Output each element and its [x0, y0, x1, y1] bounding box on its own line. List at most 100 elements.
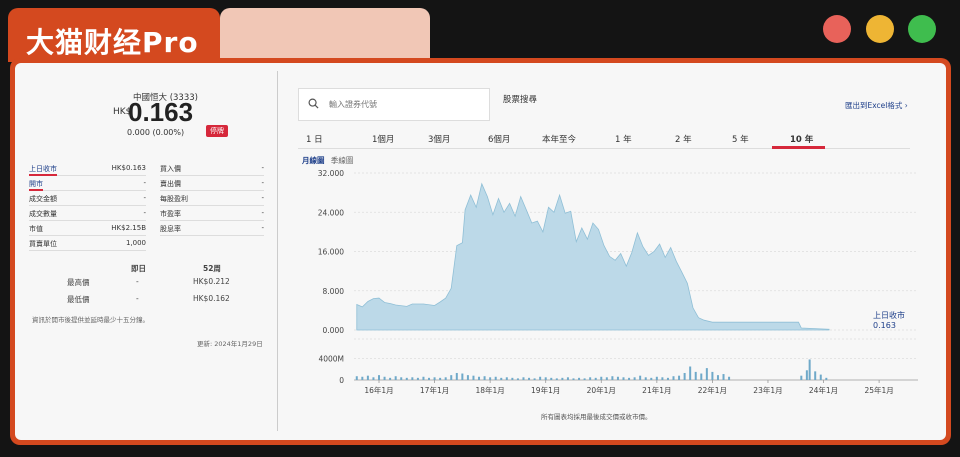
stat-left-label: 成交數量	[29, 210, 57, 218]
active-tab-indicator	[772, 146, 825, 149]
volume-bar	[666, 377, 669, 380]
stat-left-label: 市值	[29, 225, 43, 233]
volume-bar	[378, 375, 381, 380]
delay-note: 資訊於開市後提供並延時最少十五分鐘。	[32, 316, 149, 324]
tab-6[interactable]: 2 年	[675, 133, 692, 145]
volume-bar	[583, 378, 586, 380]
x-tick-label: 22年1月	[698, 385, 727, 395]
quote-page: 中國恒大 (3333) HK$ 0.163 0.000 (0.00%) 停牌 上…	[15, 63, 946, 440]
tab-8[interactable]: 10 年	[790, 133, 813, 145]
stat-left-label: 買賣單位	[29, 240, 57, 248]
chevron-right-icon: ›	[902, 101, 908, 110]
volume-bar	[561, 377, 564, 380]
stat-left-label: 開市	[29, 179, 43, 191]
stat-right-row: 每股盈利 -	[160, 191, 264, 206]
price-chart[interactable]: 32.000 24.000 16.000 8.000 0.000 上日收市0.163 400…	[298, 168, 923, 408]
secondary-tab[interactable]	[220, 8, 430, 58]
tab-0[interactable]: 1 日	[306, 133, 323, 145]
last-close-value: 0.163	[873, 321, 896, 330]
stat-left-row: 開市 -	[29, 176, 146, 191]
volume-bar	[800, 375, 803, 380]
stat-left-value: HK$0.163	[111, 164, 146, 172]
brand-tab: 大猫财经Pro	[8, 8, 220, 62]
volume-bar	[566, 377, 569, 380]
zoom-dot[interactable]	[908, 15, 936, 43]
range-high-today: -	[136, 277, 139, 286]
quote-panel: 中國恒大 (3333) HK$ 0.163 0.000 (0.00%) 停牌 上…	[15, 63, 277, 440]
volume-bar	[539, 376, 542, 380]
volume-bar	[505, 377, 508, 380]
tab-1[interactable]: 1個月	[372, 133, 394, 145]
minimize-dot[interactable]	[866, 15, 894, 43]
volume-bar	[605, 377, 608, 380]
volume-bar	[478, 376, 481, 380]
volume-bar	[644, 377, 647, 380]
halt-badge: 停牌	[206, 125, 228, 137]
export-excel-link[interactable]: 匯出到Excel格式 ›	[845, 100, 908, 111]
volume-bar	[683, 372, 686, 380]
volume-bar	[411, 377, 414, 380]
volume-bar	[825, 377, 828, 380]
volume-bar	[400, 377, 403, 380]
chart-footnote: 所有圖表均採用最後成交價或收市價。	[541, 413, 652, 421]
tab-7[interactable]: 5 年	[732, 133, 749, 145]
stat-right-value: -	[261, 209, 264, 217]
x-tick-label: 16年1月	[364, 385, 393, 395]
volume-bar	[589, 377, 592, 380]
volume-bar	[516, 378, 519, 380]
stock-price: 0.163	[128, 97, 194, 127]
x-tick-label: 19年1月	[531, 385, 560, 395]
range-high-52w: HK$0.212	[193, 277, 230, 286]
price-tick-label: 8.000	[323, 287, 345, 296]
volume-bar	[533, 378, 536, 380]
range-col-today: 即日	[131, 264, 146, 273]
x-tick-label: 20年1月	[587, 385, 616, 395]
stat-right-row: 股息率 -	[160, 221, 264, 236]
search-box[interactable]	[298, 88, 490, 121]
range-low-label: 最低價	[67, 295, 90, 304]
stat-right-label: 市盈率	[160, 210, 181, 218]
volume-bar	[814, 371, 817, 380]
main-panel: 中國恒大 (3333) HK$ 0.163 0.000 (0.00%) 停牌 上…	[10, 58, 951, 445]
stat-right-label: 股息率	[160, 225, 181, 233]
volume-bar	[416, 377, 419, 380]
stat-left-value: -	[143, 209, 146, 217]
stat-left-row: 成交數量 -	[29, 206, 146, 221]
x-tick-label: 18年1月	[475, 385, 504, 395]
stat-left-value: HK$2.15B	[111, 224, 146, 232]
stock-search-link[interactable]: 股票搜尋	[503, 93, 537, 105]
tab-4[interactable]: 本年至今	[542, 133, 576, 145]
volume-bar	[522, 377, 525, 380]
price-tick-label: 32.000	[318, 169, 344, 178]
price-tick-label: 24.000	[318, 208, 344, 217]
volume-bar	[728, 376, 731, 380]
range-low-52w: HK$0.162	[193, 294, 230, 303]
quarterly-chart-tab[interactable]: 季線圖	[331, 156, 354, 165]
x-tick-label: 21年1月	[642, 385, 671, 395]
close-dot[interactable]	[823, 15, 851, 43]
tab-5[interactable]: 1 年	[615, 133, 632, 145]
stat-right-value: -	[261, 164, 264, 172]
tab-3[interactable]: 6個月	[488, 133, 510, 145]
volume-bar	[611, 376, 614, 380]
x-tick-label: 24年1月	[809, 385, 838, 395]
volume-bar	[433, 377, 436, 380]
volume-bar	[489, 377, 492, 380]
volume-bar	[578, 377, 581, 380]
volume-bar	[555, 378, 558, 380]
volume-bar	[372, 377, 375, 380]
volume-bar	[700, 373, 703, 380]
volume-bar	[655, 376, 658, 380]
stat-left-row: 買賣單位 1,000	[29, 236, 146, 251]
volume-bar	[361, 376, 364, 380]
monthly-chart-tab[interactable]: 月線圖	[302, 156, 325, 165]
volume-bar	[544, 377, 547, 380]
search-input[interactable]	[329, 100, 479, 109]
price-tick-label: 16.000	[318, 248, 344, 257]
x-tick-label: 17年1月	[420, 385, 449, 395]
volume-bar	[444, 377, 447, 380]
tab-2[interactable]: 3個月	[428, 133, 450, 145]
stat-left-label: 上日收市	[29, 164, 57, 176]
volume-bar	[616, 376, 619, 380]
last-close-label: 上日收市	[873, 310, 905, 320]
